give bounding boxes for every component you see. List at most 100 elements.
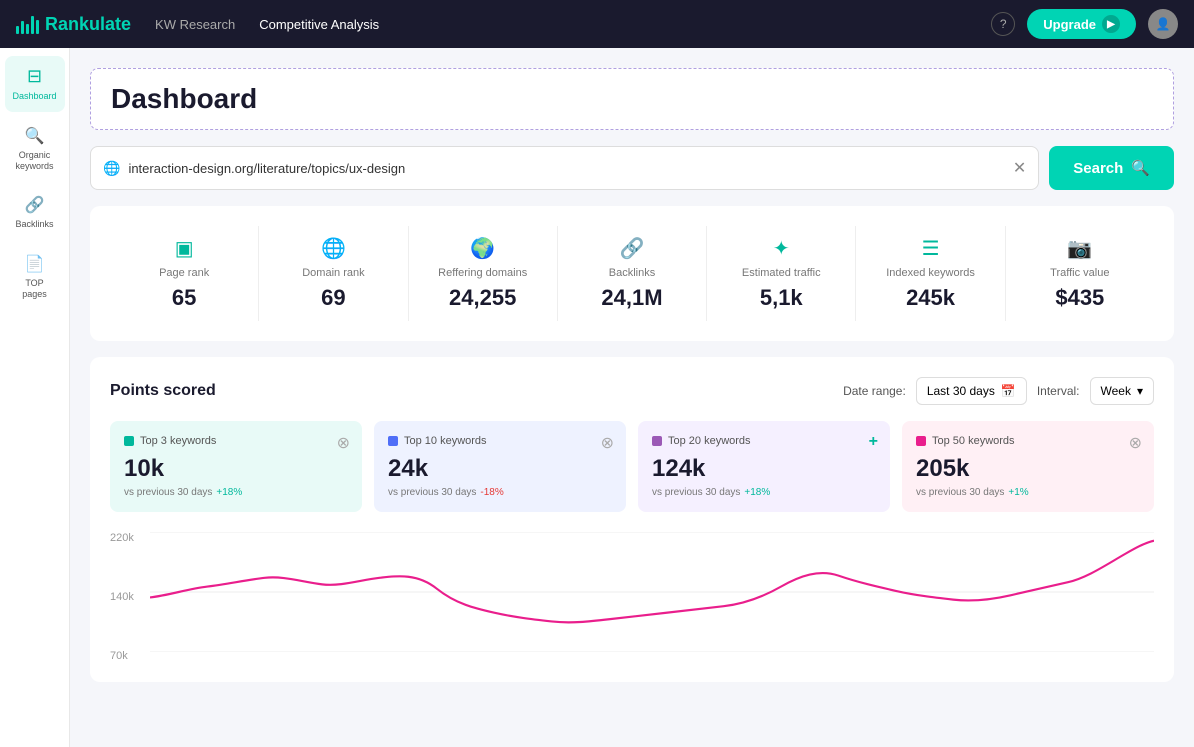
kw-card-top20-label: Top 20 keywords: [668, 435, 751, 447]
kw-card-top3-close-icon[interactable]: ⊗: [337, 433, 350, 453]
sidebar-label-organic-keywords: Organic keywords: [13, 150, 57, 172]
estimated-traffic-label: Estimated traffic: [742, 267, 821, 279]
kw-card-top20-header: Top 20 keywords: [652, 435, 876, 447]
estimated-traffic-icon: ✦: [773, 236, 790, 261]
backlinks-value: 24,1M: [601, 285, 662, 311]
sidebar-item-organic-keywords[interactable]: 🔍 Organic keywords: [5, 116, 65, 182]
kw-card-top3-value: 10k: [124, 455, 348, 483]
search-input-container: 🌐 ✕: [90, 146, 1039, 190]
organic-keywords-icon: 🔍: [25, 126, 45, 146]
interval-dropdown[interactable]: Week ▾: [1090, 377, 1155, 405]
interval-value: Week: [1101, 384, 1131, 398]
chevron-down-icon: ▾: [1137, 384, 1143, 398]
sidebar-label-top-pages: TOP pages: [13, 278, 57, 300]
stat-backlinks: 🔗 Backlinks 24,1M: [558, 226, 707, 321]
estimated-traffic-value: 5,1k: [760, 285, 803, 311]
traffic-value-label: Traffic value: [1050, 267, 1109, 279]
kw-dot-pink: [916, 436, 926, 446]
indexed-keywords-icon: ☰: [922, 236, 940, 261]
referring-domains-icon: 🌍: [470, 236, 495, 261]
points-card: Points scored Date range: Last 30 days 📅…: [90, 357, 1174, 682]
globe-icon: 🌐: [103, 160, 120, 177]
points-header: Points scored Date range: Last 30 days 📅…: [110, 377, 1154, 405]
kw-card-top10-sub: vs previous 30 days -18%: [388, 487, 612, 498]
kw-card-top10-label: Top 10 keywords: [404, 435, 487, 447]
kw-card-top3: Top 3 keywords 10k vs previous 30 days +…: [110, 421, 362, 512]
stats-card: ▣ Page rank 65 🌐 Domain rank 69 🌍 Reffer…: [90, 206, 1174, 341]
sidebar-item-backlinks[interactable]: 🔗 Backlinks: [5, 185, 65, 240]
date-range-dropdown[interactable]: Last 30 days 📅: [916, 377, 1027, 405]
calendar-icon: 📅: [1001, 384, 1016, 398]
kw-cards-row: Top 3 keywords 10k vs previous 30 days +…: [110, 421, 1154, 512]
chart-y-label-bot: 70k: [110, 650, 128, 662]
sidebar-item-top-pages[interactable]: 📄 TOP pages: [5, 244, 65, 310]
sidebar: ⊟ Dashboard 🔍 Organic keywords 🔗 Backlin…: [0, 48, 70, 747]
stats-row: ▣ Page rank 65 🌐 Domain rank 69 🌍 Reffer…: [110, 226, 1154, 321]
sidebar-item-dashboard[interactable]: ⊟ Dashboard: [5, 56, 65, 112]
backlinks-label: Backlinks: [609, 267, 655, 279]
page-rank-label: Page rank: [159, 267, 209, 279]
topnav: Rankulate KW Research Competitive Analys…: [0, 0, 1194, 48]
page-title: Dashboard: [111, 83, 1153, 115]
logo[interactable]: Rankulate: [16, 14, 131, 35]
kw-card-top50: Top 50 keywords 205k vs previous 30 days…: [902, 421, 1154, 512]
backlinks-icon: 🔗: [25, 195, 45, 215]
nav-kw-research[interactable]: KW Research: [155, 17, 235, 32]
date-range-value: Last 30 days: [927, 384, 995, 398]
kw-card-top20-value: 124k: [652, 455, 876, 483]
kw-card-top20-add-icon[interactable]: +: [869, 433, 878, 451]
kw-card-top10-sub-text: vs previous 30 days: [388, 487, 476, 498]
search-label: Search: [1073, 160, 1123, 177]
kw-dot-teal: [124, 436, 134, 446]
kw-card-top20-sub: vs previous 30 days +18%: [652, 487, 876, 498]
upgrade-label: Upgrade: [1043, 17, 1096, 32]
kw-card-top50-header: Top 50 keywords: [916, 435, 1140, 447]
kw-dot-blue: [388, 436, 398, 446]
kw-card-top10: Top 10 keywords 24k vs previous 30 days …: [374, 421, 626, 512]
kw-card-top3-sub: vs previous 30 days +18%: [124, 487, 348, 498]
stat-traffic-value: 📷 Traffic value $435: [1006, 226, 1154, 321]
page-rank-value: 65: [172, 285, 196, 311]
stat-page-rank: ▣ Page rank 65: [110, 226, 259, 321]
stat-referring-domains: 🌍 Reffering domains 24,255: [409, 226, 558, 321]
page-rank-icon: ▣: [175, 236, 194, 261]
kw-card-top20: Top 20 keywords 124k vs previous 30 days…: [638, 421, 890, 512]
points-title: Points scored: [110, 382, 216, 400]
indexed-keywords-label: Indexed keywords: [886, 267, 975, 279]
search-icon: 🔍: [1131, 159, 1150, 177]
kw-card-top20-sub-text: vs previous 30 days: [652, 487, 740, 498]
main-content: Dashboard 🌐 ✕ Search 🔍 ▣ Page rank 65: [70, 48, 1194, 747]
top-pages-icon: 📄: [25, 254, 45, 274]
stat-indexed-keywords: ☰ Indexed keywords 245k: [856, 226, 1005, 321]
kw-card-top50-change: +1%: [1008, 487, 1028, 498]
date-range-label: Date range:: [843, 384, 906, 398]
search-input[interactable]: [128, 161, 1004, 176]
kw-card-top50-sub-text: vs previous 30 days: [916, 487, 1004, 498]
kw-card-top3-label: Top 3 keywords: [140, 435, 216, 447]
chart-area: 220k 140k 70k: [110, 532, 1154, 662]
kw-card-top10-value: 24k: [388, 455, 612, 483]
search-button[interactable]: Search 🔍: [1049, 146, 1174, 190]
dashboard-icon: ⊟: [27, 66, 42, 87]
clear-button[interactable]: ✕: [1013, 158, 1026, 178]
indexed-keywords-value: 245k: [906, 285, 955, 311]
help-button[interactable]: ?: [991, 12, 1015, 36]
kw-dot-purple: [652, 436, 662, 446]
user-avatar[interactable]: 👤: [1148, 9, 1178, 39]
points-controls: Date range: Last 30 days 📅 Interval: Wee…: [843, 377, 1154, 405]
interval-label: Interval:: [1037, 384, 1080, 398]
backlinks-stat-icon: 🔗: [620, 236, 645, 261]
kw-card-top10-change: -18%: [480, 487, 503, 498]
domain-rank-icon: 🌐: [321, 236, 346, 261]
upgrade-button[interactable]: Upgrade ▶: [1027, 9, 1136, 39]
referring-domains-label: Reffering domains: [438, 267, 527, 279]
topnav-right: ? Upgrade ▶ 👤: [991, 9, 1178, 39]
nav-competitive-analysis[interactable]: Competitive Analysis: [259, 17, 379, 32]
kw-card-top3-header: Top 3 keywords: [124, 435, 348, 447]
kw-card-top50-close-icon[interactable]: ⊗: [1129, 433, 1142, 453]
stat-estimated-traffic: ✦ Estimated traffic 5,1k: [707, 226, 856, 321]
kw-card-top10-close-icon[interactable]: ⊗: [601, 433, 614, 453]
chart-svg: [150, 532, 1154, 652]
logo-icon: [16, 14, 39, 34]
traffic-value-value: $435: [1055, 285, 1104, 311]
